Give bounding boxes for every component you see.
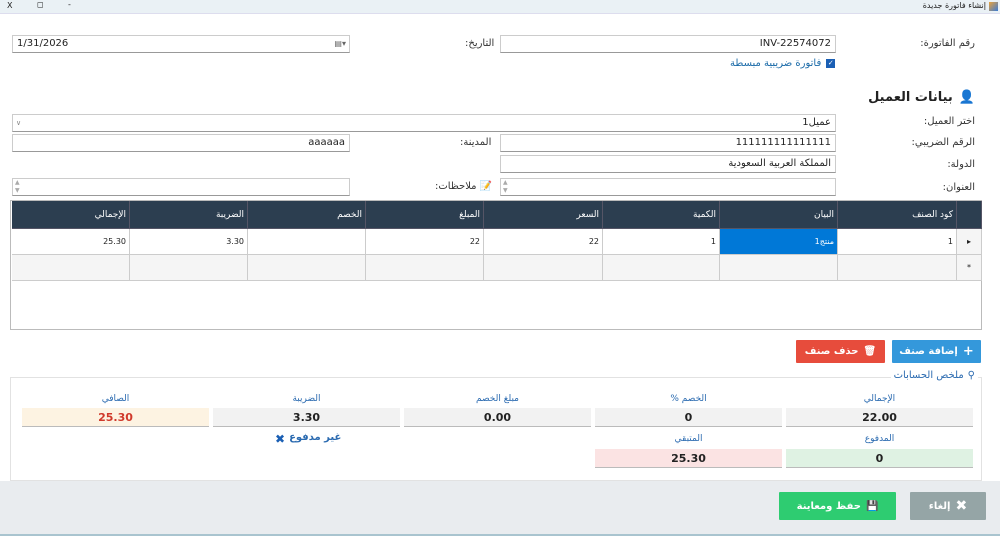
summary-legend: ⚲ ملخص الحسابات: [890, 370, 978, 381]
app-icon: [989, 2, 998, 11]
edit-note-icon: 📝: [479, 181, 492, 192]
save-label: حفظ ومعاينة: [796, 500, 861, 512]
city-label: المدينة:: [460, 137, 492, 148]
checkbox-checked-icon[interactable]: ✓: [826, 59, 836, 68]
simplified-invoice-label: فاتورة ضريبية مبسطة: [730, 58, 822, 69]
remaining-label: المتبقي: [674, 434, 703, 444]
grid-cell[interactable]: 1: [838, 229, 957, 255]
column-header[interactable]: المبلغ: [366, 201, 484, 229]
row-marker[interactable]: ▸: [957, 229, 982, 255]
paid-label: المدفوع: [864, 434, 895, 444]
new-row-cell[interactable]: [12, 255, 130, 281]
new-row-cell[interactable]: [484, 255, 603, 281]
column-header[interactable]: البيان: [720, 201, 838, 229]
grid-cell[interactable]: منتج1: [720, 229, 838, 255]
invoice-number-input[interactable]: INV-22574072: [500, 35, 836, 53]
paid-value: 0: [786, 449, 973, 468]
delete-item-label: حذف صنف: [804, 346, 859, 357]
tax-number-label: الرقم الضريبي:: [911, 137, 975, 148]
invoice-number-label: رقم الفاتورة:: [920, 38, 975, 49]
discount-pct-label: الخصم %: [670, 394, 707, 404]
net-value: 25.30: [22, 408, 209, 427]
save-preview-button[interactable]: 💾 حفظ ومعاينة: [779, 492, 896, 520]
country-label: الدولة:: [947, 159, 975, 170]
address-label: العنوان:: [942, 182, 975, 193]
trash-icon: 🗑: [863, 346, 877, 357]
restore-button[interactable]: ◻: [37, 0, 44, 9]
total-label: الإجمالي: [863, 394, 896, 404]
grid-cell[interactable]: [248, 229, 366, 255]
new-row-cell[interactable]: [838, 255, 957, 281]
payment-status-label: غير مدفوع: [289, 432, 342, 443]
simplified-invoice-checkbox[interactable]: ✓ فاتورة ضريبية مبسطة: [730, 58, 836, 69]
column-header[interactable]: الإجمالي: [12, 201, 130, 229]
new-row-cell[interactable]: [130, 255, 248, 281]
delete-item-button[interactable]: 🗑 حذف صنف: [796, 340, 885, 363]
new-row-cell[interactable]: [366, 255, 484, 281]
cancel-button[interactable]: ✖ إلغاء: [910, 492, 986, 520]
tax-value: 3.30: [213, 408, 400, 427]
grid-cell[interactable]: 3.30: [130, 229, 248, 255]
items-grid[interactable]: كود الصنف البيان الكمية السعر المبلغ الخصم الض…: [10, 200, 982, 330]
notes-label-group: 📝 ملاحظات:: [435, 181, 492, 192]
address-input[interactable]: ▲ ▼: [500, 178, 836, 196]
scroll-arrows-icon[interactable]: ▲ ▼: [503, 179, 508, 195]
date-picker[interactable]: 1/31/2026 ▤▾: [12, 35, 350, 53]
column-header[interactable]: كود الصنف: [838, 201, 957, 229]
grid-cell[interactable]: 1: [603, 229, 720, 255]
close-button[interactable]: X: [7, 1, 12, 10]
plus-icon: +: [962, 344, 974, 359]
summary-title: ملخص الحسابات: [893, 370, 964, 381]
date-value: 1/31/2026: [17, 38, 69, 49]
row-marker[interactable]: *: [957, 255, 982, 281]
add-item-button[interactable]: + إضافة صنف: [892, 340, 981, 363]
minimize-button[interactable]: -: [68, 0, 71, 9]
column-header[interactable]: الخصم: [248, 201, 366, 229]
window-title: إنشاء فاتورة جديدة: [922, 1, 986, 10]
country-input[interactable]: المملكة العربية السعودية: [500, 155, 836, 173]
tax-number-input[interactable]: 111111111111111: [500, 134, 836, 152]
calendar-icon[interactable]: ▤▾: [334, 36, 346, 52]
add-item-label: إضافة صنف: [899, 346, 958, 357]
new-row-cell[interactable]: [603, 255, 720, 281]
discount-amount-value: 0.00: [404, 408, 591, 427]
x-icon: ✖: [275, 432, 286, 446]
client-value: عميل1: [802, 117, 831, 128]
column-header[interactable]: الكمية: [603, 201, 720, 229]
column-header[interactable]: السعر: [484, 201, 603, 229]
user-icon: 👤: [958, 90, 975, 105]
client-section-title: بيانات العميل: [868, 90, 953, 105]
client-label: اختر العميل:: [923, 116, 975, 127]
cancel-label: إلغاء: [928, 500, 951, 512]
new-row-cell[interactable]: [720, 255, 838, 281]
close-icon: ✖: [955, 498, 968, 514]
money-bag-icon: ⚲: [967, 370, 975, 381]
grid-cell[interactable]: 22: [366, 229, 484, 255]
discount-pct-value: 0: [595, 408, 782, 427]
total-value: 22.00: [786, 408, 973, 427]
date-label: التاريخ:: [465, 38, 495, 49]
scroll-arrows-icon[interactable]: ▲ ▼: [15, 179, 20, 195]
grid-cell[interactable]: 22: [484, 229, 603, 255]
tax-label: الضريبة: [292, 394, 321, 404]
title-bar: X ◻ - إنشاء فاتورة جديدة: [0, 0, 1000, 14]
column-header[interactable]: الضريبة: [130, 201, 248, 229]
client-section-header: 👤 بيانات العميل: [868, 90, 975, 105]
remaining-value: 25.30: [595, 449, 782, 468]
save-icon: 💾: [865, 500, 879, 512]
payment-status: غير مدفوع ✖: [275, 432, 341, 446]
new-row-cell[interactable]: [248, 255, 366, 281]
discount-amount-label: مبلغ الخصم: [475, 394, 519, 404]
notes-input[interactable]: ▲ ▼: [12, 178, 350, 196]
row-header-corner: [957, 201, 982, 229]
chevron-down-icon[interactable]: ∨: [16, 115, 21, 131]
grid-cell[interactable]: 25.30: [12, 229, 130, 255]
city-input[interactable]: aaaaaa: [12, 134, 350, 152]
net-label: الصافي: [101, 394, 130, 404]
notes-label: ملاحظات:: [435, 181, 477, 192]
client-select[interactable]: عميل1 ∨: [12, 114, 836, 132]
